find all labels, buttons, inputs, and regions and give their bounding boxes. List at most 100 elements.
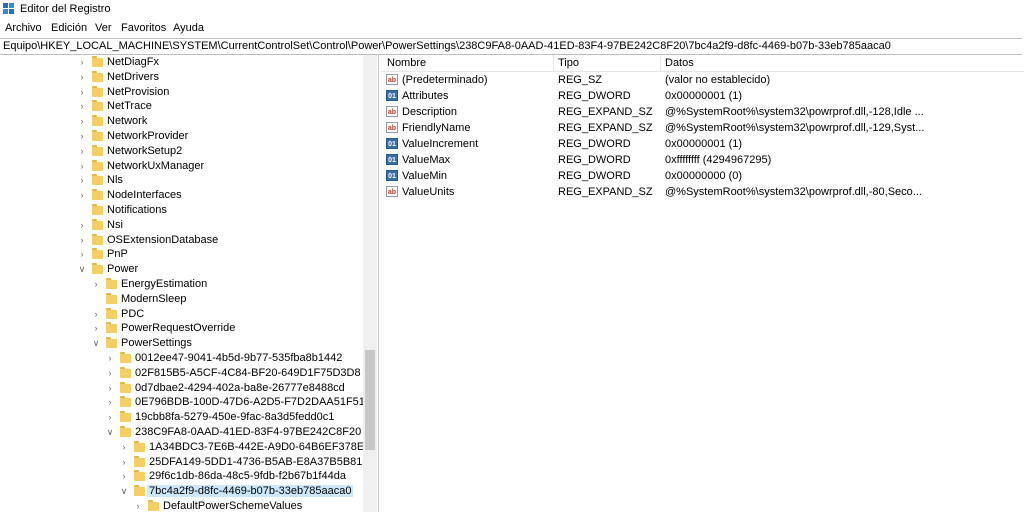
tree-node[interactable]: › PDC (0, 307, 360, 322)
chevron-right-icon[interactable]: › (78, 161, 86, 170)
tree-node[interactable]: › NetworkSetup2 (0, 144, 360, 159)
tree-scrollbar[interactable] (363, 55, 377, 512)
chevron-right-icon[interactable]: › (78, 102, 86, 111)
tree-node[interactable]: › NetworkProvider (0, 129, 360, 144)
value-name: Description (402, 106, 458, 118)
menu-ayuda[interactable]: Ayuda (173, 22, 204, 34)
tree-node-label: 1A34BDC3-7E6B-442E-A9D0-64B6EF378E84 (149, 440, 377, 453)
chevron-down-icon[interactable]: ∨ (120, 487, 128, 496)
tree-node[interactable]: › NetTrace (0, 99, 360, 114)
chevron-right-icon[interactable]: › (78, 191, 86, 200)
folder-icon (92, 130, 103, 141)
value-data: (valor no establecido) (665, 74, 771, 86)
menu-archivo[interactable]: Archivo (5, 22, 42, 34)
chevron-down-icon[interactable]: ∨ (106, 428, 114, 437)
chevron-right-icon[interactable]: › (106, 398, 114, 407)
tree-node[interactable]: ModernSleep (0, 292, 360, 307)
value-row[interactable]: ab Description REG_EXPAND_SZ @%SystemRoot%\… (381, 104, 1024, 120)
chevron-right-icon[interactable]: › (78, 250, 86, 259)
tree-node[interactable]: Notifications (0, 203, 360, 218)
tree-node[interactable]: › 0E796BDB-100D-47D6-A2D5-F7D2DAA51F51 (0, 395, 365, 410)
menu-ver[interactable]: Ver (95, 22, 112, 34)
value-row[interactable]: ab ValueUnits REG_EXPAND_SZ @%SystemRoot%\s… (381, 184, 1024, 200)
tree-node[interactable]: › NetDrivers (0, 70, 360, 85)
tree-node[interactable]: › PowerRequestOverride (0, 321, 360, 336)
tree-node[interactable]: › 0d7dbae2-4294-402a-ba8e-26777e8488cd (0, 381, 360, 396)
chevron-right-icon[interactable]: › (134, 502, 142, 511)
folder-icon (148, 500, 159, 511)
menu-favoritos[interactable]: Favoritos (121, 22, 166, 34)
values-header: Nombre Tipo Datos (381, 55, 1024, 72)
tree-node-label: Nls (107, 174, 123, 187)
tree-node[interactable]: › 29f6c1db-86da-48c5-9fdb-f2b67b1f44da (0, 469, 360, 484)
column-divider[interactable] (553, 55, 554, 71)
chevron-right-icon[interactable]: › (120, 457, 128, 466)
value-row[interactable]: 01 ValueIncrement REG_DWORD 0x00000001 (1) (381, 136, 1024, 152)
tree-node[interactable]: › Nsi (0, 218, 360, 233)
chevron-right-icon[interactable]: › (106, 354, 114, 363)
string-value-icon: ab (386, 186, 398, 197)
value-row[interactable]: 01 ValueMax REG_DWORD 0xffffffff (429496729… (381, 152, 1024, 168)
chevron-right-icon[interactable]: › (78, 235, 86, 244)
column-header-data[interactable]: Datos (665, 57, 694, 69)
column-divider[interactable] (660, 55, 661, 71)
chevron-right-icon[interactable]: › (92, 280, 100, 289)
chevron-right-icon[interactable]: › (106, 368, 114, 377)
tree-node[interactable]: › Nls (0, 173, 360, 188)
menu-edicion[interactable]: Edición (51, 22, 87, 34)
chevron-down-icon[interactable]: ∨ (92, 339, 100, 348)
folder-icon (106, 337, 117, 349)
value-row[interactable]: 01 Attributes REG_DWORD 0x00000001 (1) (381, 88, 1024, 104)
chevron-right-icon[interactable]: › (106, 383, 114, 392)
column-header-type[interactable]: Tipo (558, 57, 579, 69)
value-row[interactable]: 01 ValueMin REG_DWORD 0x00000000 (0) (381, 168, 1024, 184)
tree-node[interactable]: › NetProvision (0, 85, 360, 100)
value-row[interactable]: ab FriendlyName REG_EXPAND_SZ @%SystemRoot%… (381, 120, 1024, 136)
tree-node[interactable]: ∨ Power (0, 262, 360, 277)
tree-node-label: 0d7dbae2-4294-402a-ba8e-26777e8488cd (135, 381, 345, 394)
value-name: (Predeterminado) (402, 74, 488, 86)
binary-value-icon: 01 (386, 154, 398, 165)
tree-node[interactable]: › NetworkUxManager (0, 159, 360, 174)
chevron-right-icon[interactable]: › (78, 132, 86, 141)
chevron-right-icon[interactable]: › (78, 58, 86, 67)
chevron-right-icon[interactable]: › (78, 146, 86, 155)
chevron-right-icon[interactable]: › (120, 442, 128, 451)
title-bar: Editor del Registro (0, 0, 1024, 20)
tree-node[interactable]: › OSExtensionDatabase (0, 233, 360, 248)
tree-node-label: 7bc4a2f9-d8fc-4469-b07b-33eb785aaca0 (147, 485, 354, 498)
string-value-icon: ab (386, 106, 398, 117)
chevron-right-icon[interactable]: › (92, 309, 100, 318)
tree-node[interactable]: › DefaultPowerSchemeValues (0, 499, 360, 512)
tree-node[interactable]: ∨ 238C9FA8-0AAD-41ED-83F4-97BE242C8F20 (0, 425, 361, 440)
address-bar[interactable]: Equipo\HKEY_LOCAL_MACHINE\SYSTEM\Current… (0, 38, 1022, 55)
value-data: 0x00000000 (0) (665, 170, 743, 182)
chevron-right-icon[interactable]: › (78, 176, 86, 185)
chevron-down-icon[interactable]: ∨ (78, 265, 86, 274)
chevron-right-icon[interactable]: › (92, 324, 100, 333)
chevron-right-icon[interactable]: › (120, 472, 128, 481)
scrollbar-thumb[interactable] (365, 350, 375, 450)
address-path[interactable]: Equipo\HKEY_LOCAL_MACHINE\SYSTEM\Current… (3, 40, 891, 52)
tree-node[interactable]: › PnP (0, 247, 360, 262)
tree-node[interactable]: › 1A34BDC3-7E6B-442E-A9D0-64B6EF378E84 (0, 440, 376, 455)
tree-node[interactable]: › 0012ee47-9041-4b5d-9b77-535fba8b1442 (0, 351, 360, 366)
chevron-right-icon[interactable]: › (78, 220, 86, 229)
tree-node[interactable]: › EnergyEstimation (0, 277, 360, 292)
tree-node[interactable]: › Network (0, 114, 360, 129)
tree-node[interactable]: › NodeInterfaces (0, 188, 360, 203)
tree-node[interactable]: ∨ 7bc4a2f9-d8fc-4469-b07b-33eb785aaca0 (0, 484, 360, 499)
tree-node[interactable]: › NetDiagFx (0, 55, 360, 70)
tree-node[interactable]: › 25DFA149-5DD1-4736-B5AB-E8A37B5B8187 (0, 455, 375, 470)
chevron-right-icon[interactable]: › (78, 87, 86, 96)
tree-node[interactable]: › 19cbb8fa-5279-450e-9fac-8a3d5fedd0c1 (0, 410, 360, 425)
chevron-right-icon[interactable]: › (78, 72, 86, 81)
value-name: Attributes (402, 90, 449, 102)
value-row[interactable]: ab (Predeterminado) REG_SZ (valor no establ… (381, 72, 1024, 88)
chevron-right-icon[interactable]: › (78, 117, 86, 126)
key-tree[interactable]: › NetDiagFx › NetDrivers › NetProvision › NetTr… (0, 55, 379, 512)
column-header-name[interactable]: Nombre (387, 57, 426, 69)
tree-node[interactable]: ∨ PowerSettings (0, 336, 360, 351)
tree-node[interactable]: › 02F815B5-A5CF-4C84-BF20-649D1F75D3D8 (0, 366, 361, 381)
chevron-right-icon[interactable]: › (106, 413, 114, 422)
